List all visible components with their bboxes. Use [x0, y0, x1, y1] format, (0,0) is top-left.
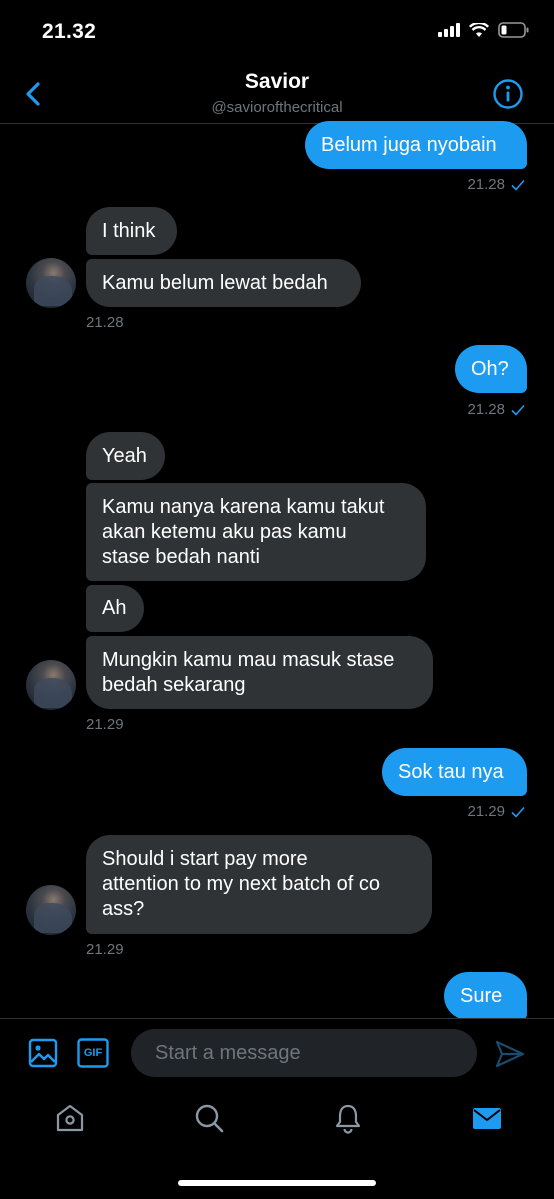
checkmark-icon [511, 404, 525, 416]
image-icon[interactable] [28, 1038, 58, 1068]
message-timestamp: 21.29 [86, 716, 124, 733]
status-time: 21.32 [42, 20, 97, 43]
home-icon[interactable] [54, 1102, 86, 1134]
gif-label: GIF [83, 1047, 103, 1059]
bell-icon[interactable] [332, 1102, 364, 1134]
received-message[interactable]: Should i start pay more attention to my … [86, 835, 432, 934]
home-indicator[interactable] [178, 1180, 376, 1186]
info-icon[interactable] [492, 78, 524, 110]
received-message[interactable]: I think [86, 207, 177, 255]
sent-message[interactable]: Oh? [455, 345, 527, 393]
message-timestamp: 21.29 [467, 803, 525, 820]
message-timestamp: 21.28 [467, 176, 525, 193]
contact-avatar[interactable] [26, 660, 76, 710]
contact-avatar[interactable] [26, 885, 76, 935]
cellular-signal-icon [438, 23, 460, 37]
mail-icon[interactable] [471, 1102, 503, 1134]
conversation-handle: @saviorofthecritical [211, 99, 343, 116]
received-message[interactable]: Mungkin kamu mau masuk stase bedah sekar… [86, 636, 433, 709]
battery-icon [498, 22, 529, 38]
received-message[interactable]: Kamu belum lewat bedah [86, 259, 361, 307]
message-timestamp: 21.28 [467, 401, 525, 418]
sent-message[interactable]: Sure [444, 972, 527, 1020]
timestamp-text: 21.29 [467, 803, 505, 820]
contact-avatar[interactable] [26, 258, 76, 308]
send-icon[interactable] [494, 1038, 526, 1070]
status-icons [438, 22, 530, 38]
received-message[interactable]: Kamu nanya karena kamu takut akan ketemu… [86, 483, 426, 581]
search-icon[interactable] [193, 1102, 225, 1134]
checkmark-icon [511, 179, 525, 191]
received-message[interactable]: Ah [86, 585, 144, 632]
conversation-title: Savior [244, 70, 310, 93]
checkmark-icon [511, 806, 525, 818]
sent-message[interactable]: Belum juga nyobain [305, 121, 527, 169]
message-timestamp: 21.29 [86, 941, 124, 958]
message-timestamp: 21.28 [86, 314, 124, 331]
gif-button[interactable]: GIF [77, 1038, 109, 1068]
received-message[interactable]: Yeah [86, 432, 165, 480]
message-input[interactable] [131, 1029, 477, 1077]
timestamp-text: 21.28 [467, 176, 505, 193]
timestamp-text: 21.28 [467, 401, 505, 418]
composer-divider [0, 1018, 554, 1019]
wifi-icon [469, 22, 489, 37]
sent-message[interactable]: Sok tau nya [382, 748, 527, 796]
